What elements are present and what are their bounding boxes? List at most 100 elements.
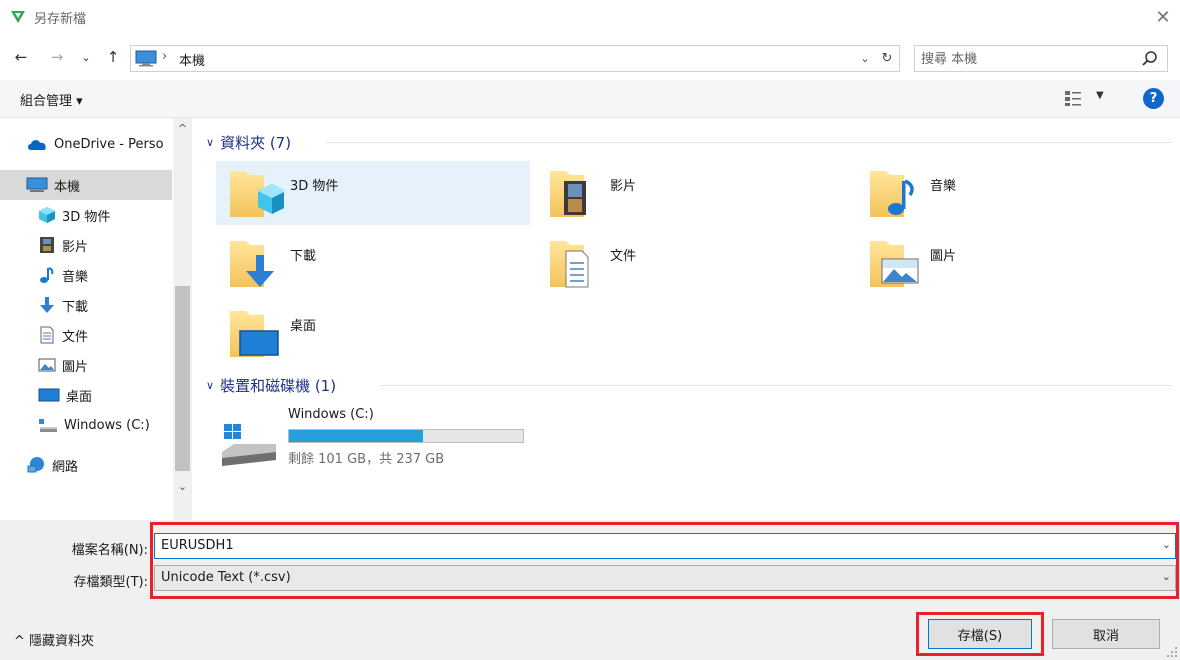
scroll-thumb[interactable] [175, 286, 190, 471]
sidebar-item-windows-c[interactable]: Windows (C:) [0, 410, 172, 440]
drive-name: Windows (C:) [288, 407, 374, 422]
sidebar-item-label: 下載 [62, 299, 89, 315]
breadcrumb-location[interactable]: 本機 [179, 50, 205, 69]
drive-usage-bar [288, 429, 524, 443]
drive-icon [222, 424, 276, 466]
folder-desktop[interactable]: 桌面 [216, 301, 530, 365]
filename-label: 檔案名稱(N): [71, 543, 148, 558]
highlight-box-form [150, 522, 1179, 599]
folder-label: 圖片 [930, 249, 957, 264]
search-icon[interactable] [1141, 50, 1159, 68]
navigation-pane: OneDrive - Perso 本機 3D 物件 影片 音樂 下載 文件 圖片… [0, 118, 192, 520]
filetype-label: 存檔類型(T): [73, 575, 148, 590]
cube-folder-icon [230, 171, 284, 217]
sidebar-item-onedrive[interactable]: OneDrive - Perso [0, 129, 172, 159]
sidebar-item-label: 圖片 [62, 359, 89, 375]
music-folder-icon [870, 171, 914, 217]
organize-button[interactable]: 組合管理 ▾ [20, 90, 83, 109]
film-icon [40, 237, 54, 253]
window-title: 另存新檔 [34, 12, 87, 27]
arrow-up-icon: ↑ [106, 48, 120, 66]
close-button[interactable]: ✕ [1150, 4, 1176, 30]
sidebar-item-3d-objects[interactable]: 3D 物件 [0, 200, 172, 230]
chevron-down-icon: ⌄ [860, 52, 870, 65]
arrow-right-icon: → [50, 48, 64, 66]
sidebar-item-label: 影片 [62, 239, 89, 255]
breadcrumb-separator[interactable]: › [162, 49, 167, 64]
group-divider [380, 385, 1172, 386]
folder-videos[interactable]: 影片 [536, 161, 850, 225]
drive-free-space: 剩餘 101 GB，共 237 GB [288, 452, 445, 467]
forward-button[interactable]: → [46, 46, 68, 68]
sidebar-item-downloads[interactable]: 下載 [0, 290, 172, 320]
back-button[interactable]: ← [10, 46, 32, 68]
chevron-down-icon: ∨ [206, 135, 215, 149]
help-icon[interactable]: ? [1143, 88, 1164, 109]
sidebar-item-videos[interactable]: 影片 [0, 230, 172, 260]
file-list-pane: ∨ 資料夾 (7) 3D 物件 影片 音樂 下載 文件 圖片 桌面 ∨ 裝置和磁… [192, 118, 1180, 520]
film-folder-icon [550, 171, 586, 217]
view-options-icon[interactable] [1064, 89, 1082, 107]
document-folder-icon [550, 241, 589, 288]
recent-locations-button[interactable]: ⌄ [78, 46, 94, 68]
folder-label: 音樂 [930, 179, 957, 194]
folder-3d-objects[interactable]: 3D 物件 [216, 161, 530, 225]
cancel-button[interactable]: 取消 [1052, 619, 1160, 649]
scroll-up-button[interactable]: ^ [173, 120, 192, 136]
cube-icon [39, 207, 55, 223]
folder-music[interactable]: 音樂 [856, 161, 1170, 225]
folder-label: 桌面 [290, 319, 317, 334]
network-icon [27, 457, 44, 473]
toolbar: 組合管理 ▾ ▼ ? [0, 80, 1180, 118]
sidebar-item-label: 本機 [54, 179, 81, 195]
sidebar-item-label: Windows (C:) [64, 417, 150, 433]
sidebar-item-desktop[interactable]: 桌面 [0, 380, 172, 410]
picture-folder-icon [870, 241, 919, 287]
search-box[interactable] [914, 45, 1168, 72]
search-input[interactable] [921, 49, 1131, 69]
sidebar-item-network[interactable]: 網路 [0, 450, 172, 480]
sidebar-item-music[interactable]: 音樂 [0, 260, 172, 290]
sidebar-item-label: OneDrive - Perso [54, 136, 164, 152]
folder-label: 影片 [610, 179, 637, 194]
title-bar: 另存新檔 ✕ [0, 0, 1180, 34]
group-header-label: 資料夾 (7) [220, 133, 292, 152]
address-dropdown-button[interactable]: ⌄ [855, 48, 875, 69]
resize-grip-icon[interactable] [1166, 646, 1178, 658]
document-icon [40, 326, 54, 344]
folder-label: 文件 [610, 249, 637, 264]
arrow-left-icon: ← [14, 48, 28, 66]
desktop-icon [38, 388, 60, 402]
sidebar-item-this-pc[interactable]: 本機 [0, 170, 172, 200]
folder-pictures[interactable]: 圖片 [856, 231, 1170, 295]
sidebar-item-label: 桌面 [66, 389, 93, 405]
sidebar-item-label: 音樂 [62, 269, 89, 285]
folder-downloads[interactable]: 下載 [216, 231, 530, 295]
computer-icon [135, 50, 157, 67]
sidebar-item-documents[interactable]: 文件 [0, 320, 172, 350]
chevron-down-icon: ⌄ [81, 50, 91, 64]
scroll-down-button[interactable]: ⌄ [173, 478, 192, 494]
group-header-devices[interactable]: ∨ 裝置和磁碟機 (1) [206, 375, 336, 395]
sidebar-scrollbar[interactable]: ^ ⌄ [173, 118, 192, 520]
group-divider [326, 142, 1172, 143]
address-bar[interactable]: › 本機 ⌄ ↻ [130, 45, 900, 72]
download-icon [40, 297, 54, 313]
download-folder-icon [230, 241, 274, 287]
hide-folders-toggle[interactable]: ^ 隱藏資料夾 [14, 630, 94, 649]
refresh-button[interactable]: ↻ [877, 48, 897, 69]
folder-documents[interactable]: 文件 [536, 231, 850, 295]
sidebar-item-label: 3D 物件 [62, 209, 111, 225]
folder-label: 3D 物件 [290, 179, 339, 194]
sidebar-item-label: 文件 [62, 329, 89, 345]
picture-icon [38, 358, 56, 372]
chevron-down-icon: ∨ [206, 378, 215, 392]
up-button[interactable]: ↑ [102, 46, 124, 68]
view-dropdown-button[interactable]: ▼ [1096, 90, 1104, 101]
chevron-up-icon: ^ [177, 121, 188, 135]
chevron-down-icon: ⌄ [177, 479, 188, 493]
sidebar-item-pictures[interactable]: 圖片 [0, 350, 172, 380]
desktop-folder-icon [230, 311, 279, 357]
group-header-folders[interactable]: ∨ 資料夾 (7) [206, 132, 291, 152]
drive-windows-c[interactable]: Windows (C:) 剩餘 101 GB，共 237 GB [214, 402, 534, 472]
